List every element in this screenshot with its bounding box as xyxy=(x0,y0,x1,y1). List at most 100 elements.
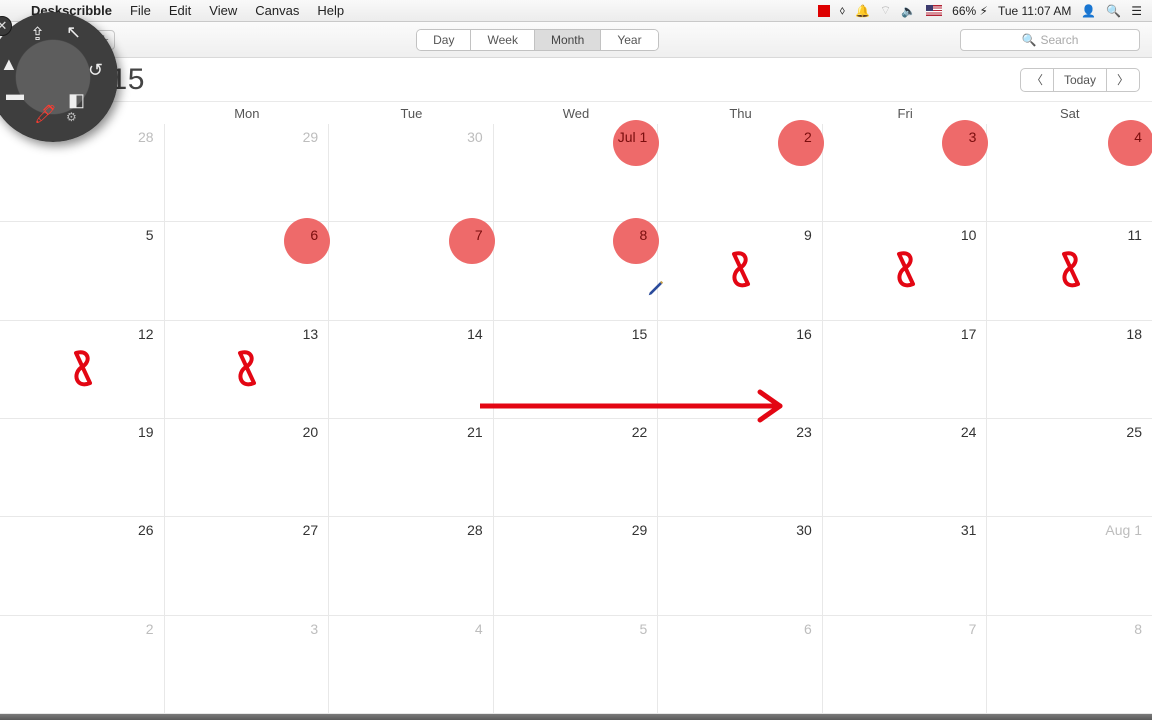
wifi-icon[interactable]: ⌔ xyxy=(880,3,891,18)
view-month-button[interactable]: Month xyxy=(535,30,601,50)
date-cell[interactable]: Aug 1 xyxy=(987,517,1152,615)
annotation-mark xyxy=(232,349,260,389)
spotlight-icon[interactable]: 🔍 xyxy=(1106,4,1121,18)
palette-red-pen-icon[interactable]: 🖊 xyxy=(34,104,57,125)
date-cell[interactable]: 11 xyxy=(987,222,1152,320)
menu-edit[interactable]: Edit xyxy=(160,3,200,18)
date-number: Aug 1 xyxy=(1105,522,1142,538)
weekday-mon: Mon xyxy=(165,102,330,124)
date-cell[interactable]: 5 xyxy=(494,616,659,714)
date-cell[interactable]: 18 xyxy=(987,321,1152,419)
palette-cursor-icon[interactable]: ↖ xyxy=(66,22,81,43)
prev-month-button[interactable]: 〈 xyxy=(1020,68,1054,92)
palette-line-icon[interactable]: ▬ xyxy=(6,84,24,105)
next-month-button[interactable]: 〉 xyxy=(1106,68,1140,92)
battery-status[interactable]: 66% ⚡︎ xyxy=(952,4,988,18)
deskscribble-tool-palette[interactable]: ✕ ↖ ⇪ ▲ ▬ 🖊 ◧ ↺ ⚙ xyxy=(0,12,118,142)
date-cell[interactable]: 8 xyxy=(494,222,659,320)
view-segmented-control[interactable]: Day Week Month Year xyxy=(416,29,658,51)
date-cell[interactable]: 21 xyxy=(329,419,494,517)
date-cell[interactable]: 17 xyxy=(823,321,988,419)
date-cell[interactable]: 25 xyxy=(987,419,1152,517)
palette-share-icon[interactable]: ⇪ xyxy=(30,24,45,45)
date-number: 29 xyxy=(303,129,319,145)
today-button[interactable]: Today xyxy=(1054,68,1106,92)
menu-canvas[interactable]: Canvas xyxy=(246,3,308,18)
macos-menubar: Deskscribble File Edit View Canvas Help … xyxy=(0,0,1152,22)
view-week-button[interactable]: Week xyxy=(471,30,534,50)
date-cell[interactable]: 31 xyxy=(823,517,988,615)
date-number: 28 xyxy=(138,129,154,145)
date-cell[interactable]: 19 xyxy=(0,419,165,517)
menu-view[interactable]: View xyxy=(200,3,246,18)
date-number: 18 xyxy=(1126,326,1142,342)
date-cell[interactable]: 6 xyxy=(658,616,823,714)
date-cell[interactable]: 29 xyxy=(494,517,659,615)
date-cell[interactable]: 12 xyxy=(0,321,165,419)
date-number: 19 xyxy=(138,424,154,440)
palette-settings-icon[interactable]: ⚙ xyxy=(66,110,77,124)
date-cell[interactable]: 4 xyxy=(987,124,1152,222)
date-number: 10 xyxy=(961,227,977,243)
date-number: 7 xyxy=(969,621,977,637)
date-number: 13 xyxy=(303,326,319,342)
palette-marker-icon[interactable]: ▲ xyxy=(0,54,18,75)
date-number: 23 xyxy=(796,424,812,440)
notification-center-icon[interactable]: ☰ xyxy=(1131,4,1142,18)
date-cell[interactable]: 10 xyxy=(823,222,988,320)
date-cell[interactable]: 27 xyxy=(165,517,330,615)
user-icon[interactable]: 👤 xyxy=(1081,4,1096,18)
palette-undo-icon[interactable]: ↺ xyxy=(88,60,103,81)
date-cell[interactable]: 8 xyxy=(987,616,1152,714)
calendar-grid[interactable]: 282930Jul 123456789101112131415161718192… xyxy=(0,124,1152,714)
view-year-button[interactable]: Year xyxy=(601,30,657,50)
date-cell[interactable]: 5 xyxy=(0,222,165,320)
date-cell[interactable]: 7 xyxy=(823,616,988,714)
menu-file[interactable]: File xyxy=(121,3,160,18)
date-cell[interactable]: Jul 1 xyxy=(494,124,659,222)
date-cell[interactable]: 16 xyxy=(658,321,823,419)
weekday-header: Sun Mon Tue Wed Thu Fri Sat xyxy=(0,102,1152,124)
date-cell[interactable]: 9 xyxy=(658,222,823,320)
date-cell[interactable]: 30 xyxy=(658,517,823,615)
date-number: 29 xyxy=(632,522,648,538)
date-number: 26 xyxy=(138,522,154,538)
dropbox-icon[interactable]: ⬨ xyxy=(840,3,845,18)
date-cell[interactable]: 7 xyxy=(329,222,494,320)
date-number: 7 xyxy=(475,227,483,243)
date-cell[interactable]: 14 xyxy=(329,321,494,419)
date-cell[interactable]: 29 xyxy=(165,124,330,222)
volume-icon[interactable]: 🔈 xyxy=(901,4,916,18)
date-number: 27 xyxy=(303,522,319,538)
date-cell[interactable]: 2 xyxy=(0,616,165,714)
date-cell[interactable]: 4 xyxy=(329,616,494,714)
notifications-icon[interactable]: 🔔 xyxy=(855,4,870,18)
date-number: 14 xyxy=(467,326,483,342)
date-number: 31 xyxy=(961,522,977,538)
palette-eraser-icon[interactable]: ◧ xyxy=(68,90,85,111)
date-cell[interactable]: 13 xyxy=(165,321,330,419)
date-cell[interactable]: 20 xyxy=(165,419,330,517)
weekday-tue: Tue xyxy=(329,102,494,124)
input-source-flag-icon[interactable] xyxy=(926,5,942,16)
date-number: 12 xyxy=(138,326,154,342)
date-cell[interactable]: 28 xyxy=(329,517,494,615)
date-number: 17 xyxy=(961,326,977,342)
date-cell[interactable]: 3 xyxy=(823,124,988,222)
menu-help[interactable]: Help xyxy=(308,3,353,18)
date-number: 16 xyxy=(796,326,812,342)
date-cell[interactable]: 2 xyxy=(658,124,823,222)
clock[interactable]: Tue 11:07 AM xyxy=(998,4,1071,18)
date-cell[interactable]: 24 xyxy=(823,419,988,517)
date-cell[interactable]: 22 xyxy=(494,419,659,517)
date-number: 9 xyxy=(804,227,812,243)
date-cell[interactable]: 6 xyxy=(165,222,330,320)
date-cell[interactable]: 3 xyxy=(165,616,330,714)
view-day-button[interactable]: Day xyxy=(417,30,471,50)
date-cell[interactable]: 15 xyxy=(494,321,659,419)
date-cell[interactable]: 30 xyxy=(329,124,494,222)
date-cell[interactable]: 23 xyxy=(658,419,823,517)
recording-indicator-icon[interactable] xyxy=(818,5,830,17)
date-cell[interactable]: 26 xyxy=(0,517,165,615)
search-input[interactable]: 🔍 Search xyxy=(960,29,1140,51)
